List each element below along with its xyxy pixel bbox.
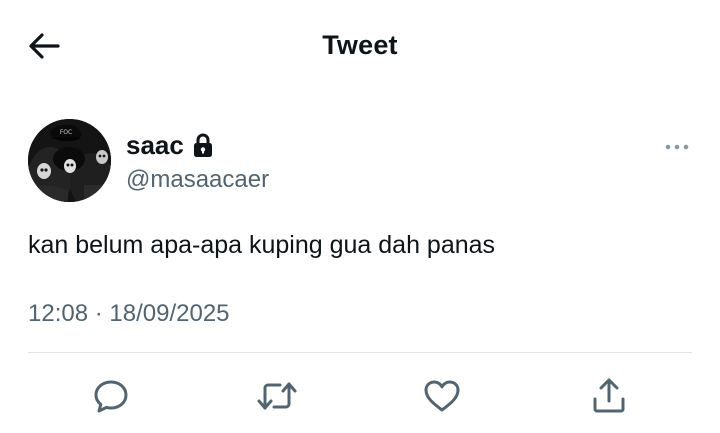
more-options-button[interactable] — [662, 135, 692, 159]
lock-icon — [193, 133, 213, 157]
user-handle[interactable]: @masaacaer — [126, 166, 269, 194]
avatar[interactable]: FOC — [28, 119, 111, 202]
meta-separator: · — [94, 300, 103, 327]
tweet-timestamp: 12:08 · 18/09/2025 — [28, 300, 230, 328]
avatar-image: FOC — [28, 119, 111, 202]
tweet-author: FOC saac @masaacaer — [28, 119, 692, 205]
tweet-actions — [0, 372, 720, 420]
author-names: saac @masaacaer — [126, 129, 269, 194]
top-bar: Tweet — [0, 0, 720, 92]
heart-icon — [424, 380, 460, 412]
tweet-time: 12:08 — [28, 300, 89, 327]
like-button[interactable] — [418, 372, 466, 420]
retweet-button[interactable] — [253, 372, 301, 420]
display-name[interactable]: saac — [126, 130, 184, 161]
avatar-cap-text: FOC — [60, 129, 72, 136]
display-name-row: saac — [126, 129, 269, 161]
divider — [28, 352, 692, 353]
reply-button[interactable] — [87, 372, 135, 420]
more-icon — [665, 144, 689, 150]
share-icon — [593, 378, 625, 413]
reply-icon — [94, 380, 128, 413]
retweet-icon — [257, 382, 297, 410]
tweet-date: 18/09/2025 — [109, 300, 230, 327]
tweet-text: kan belum apa-apa kuping gua dah panas — [28, 231, 496, 259]
share-button[interactable] — [585, 372, 633, 420]
page-title: Tweet — [322, 30, 398, 60]
